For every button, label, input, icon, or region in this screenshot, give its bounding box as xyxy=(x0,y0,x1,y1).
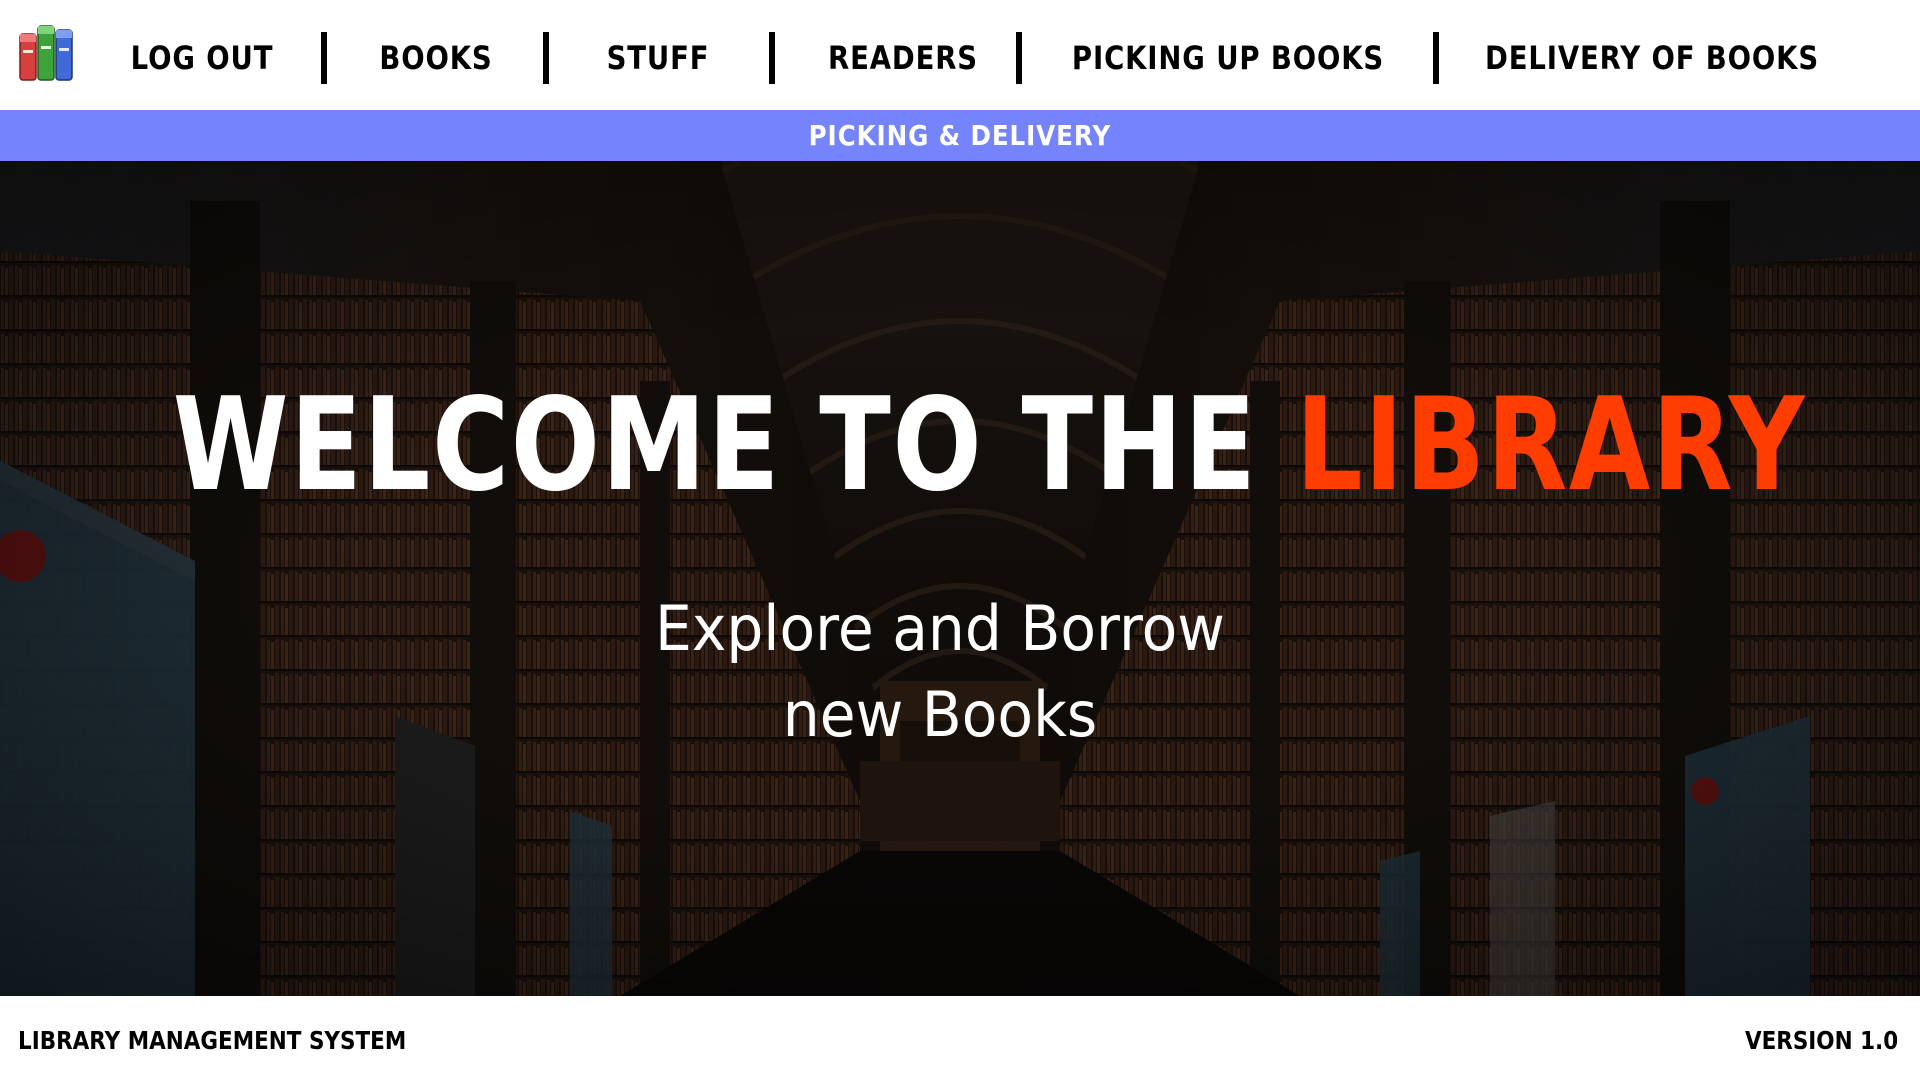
nav-picking-up-books[interactable]: PICKING UP BOOKS xyxy=(1072,34,1383,82)
nav-log-out[interactable]: LOG OUT xyxy=(131,34,273,82)
nav-separator xyxy=(543,32,549,84)
top-navigation: LOG OUT BOOKS STUFF READERS PICKING UP B… xyxy=(0,0,1920,110)
section-title[interactable]: PICKING & DELIVERY xyxy=(809,119,1111,152)
books-icon[interactable] xyxy=(18,20,76,84)
hero-subtitle-line1: Explore and Borrow xyxy=(655,592,1225,665)
nav-delivery-of-books[interactable]: DELIVERY OF BOOKS xyxy=(1485,34,1818,82)
nav-separator xyxy=(1433,32,1439,84)
nav-books[interactable]: BOOKS xyxy=(376,34,496,82)
hero-title-accent: LIBRARY xyxy=(1295,371,1807,520)
hero-title-main: WELCOME TO THE xyxy=(172,371,1296,520)
nav-readers[interactable]: READERS xyxy=(828,34,977,82)
nav-separator xyxy=(1016,32,1022,84)
hero-subtitle: Explore and Borrow new Books xyxy=(583,586,1297,758)
footer: LIBRARY MANAGEMENT SYSTEM VERSION 1.0 xyxy=(0,996,1920,1080)
hero-banner: WELCOME TO THE LIBRARY Explore and Borro… xyxy=(0,161,1920,996)
app-name: LIBRARY MANAGEMENT SYSTEM xyxy=(18,1026,407,1055)
library-hall-image xyxy=(0,161,1920,996)
nav-stuff[interactable]: STUFF xyxy=(598,34,718,82)
hero-subtitle-line2: new Books xyxy=(782,678,1098,751)
nav-separator xyxy=(321,32,327,84)
nav-separator xyxy=(769,32,775,84)
section-bar: PICKING & DELIVERY xyxy=(0,110,1920,161)
hero-title: WELCOME TO THE LIBRARY xyxy=(172,371,1805,520)
version-label: VERSION 1.0 xyxy=(1744,1026,1898,1055)
